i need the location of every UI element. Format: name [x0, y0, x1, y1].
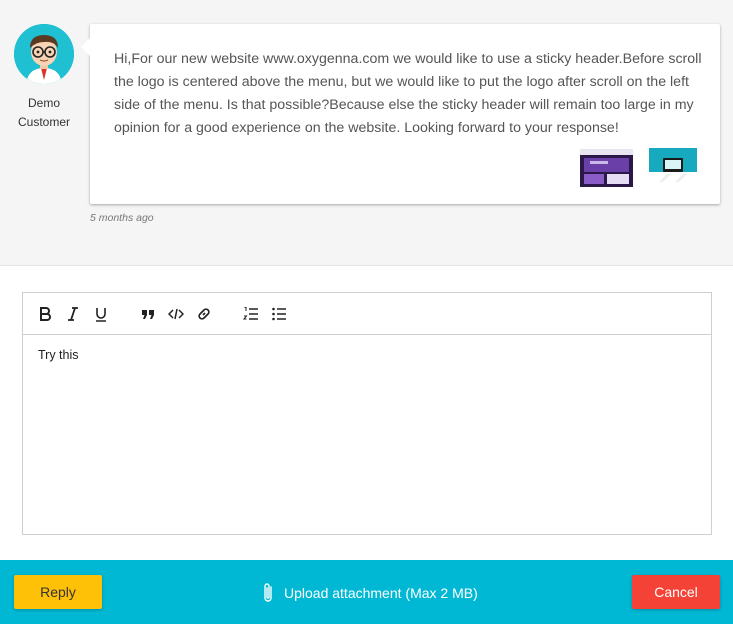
- code-icon: [168, 308, 184, 320]
- reply-editor: Try this: [22, 292, 712, 535]
- paperclip-icon: [264, 583, 272, 602]
- message-timestamp: 5 months ago: [90, 212, 154, 224]
- reply-footer: Reply Upload attachment (Max 2 MB) Cance…: [0, 560, 733, 624]
- bold-icon: [40, 307, 51, 321]
- attachment-thumbnail[interactable]: [580, 149, 633, 187]
- cancel-button[interactable]: Cancel: [632, 575, 720, 609]
- bullet-list-icon: [272, 307, 286, 321]
- screenshot-thumbnail-icon: [580, 149, 633, 187]
- ordered-list-icon: [243, 307, 258, 320]
- avatar: [14, 24, 74, 84]
- bullet-list-button[interactable]: [269, 304, 289, 324]
- author-name: Demo Customer: [8, 94, 80, 132]
- message-text: Hi,For our new website www.oxygenna.com …: [114, 51, 702, 136]
- reply-button[interactable]: Reply: [14, 575, 102, 609]
- underline-icon: [96, 308, 106, 322]
- code-button[interactable]: [166, 304, 186, 324]
- ordered-list-button[interactable]: [241, 304, 261, 324]
- italic-button[interactable]: [63, 304, 83, 324]
- italic-icon: [68, 307, 78, 321]
- bubble-tail: [81, 38, 90, 56]
- upload-attachment-button[interactable]: Upload attachment (Max 2 MB): [260, 582, 478, 604]
- quote-button[interactable]: [138, 304, 158, 324]
- editor-content[interactable]: Try this: [38, 348, 79, 362]
- conversation-thread: Demo Customer Hi,For our new website www…: [0, 0, 733, 266]
- author-name-line1: Demo: [27, 96, 60, 110]
- link-button[interactable]: [194, 304, 214, 324]
- author-name-line2: Customer: [17, 115, 70, 129]
- editor-toolbar: [23, 293, 711, 335]
- link-icon: [198, 308, 210, 320]
- customer-avatar-icon: [14, 24, 74, 84]
- attachment-thumbnail[interactable]: [649, 148, 697, 186]
- screenshot-thumbnail-icon: [649, 148, 697, 186]
- upload-attachment-label: Upload attachment (Max 2 MB): [284, 585, 478, 601]
- message-bubble: Hi,For our new website www.oxygenna.com …: [81, 24, 720, 204]
- quote-icon: [142, 310, 154, 319]
- bold-button[interactable]: [35, 304, 55, 324]
- underline-button[interactable]: [91, 304, 111, 324]
